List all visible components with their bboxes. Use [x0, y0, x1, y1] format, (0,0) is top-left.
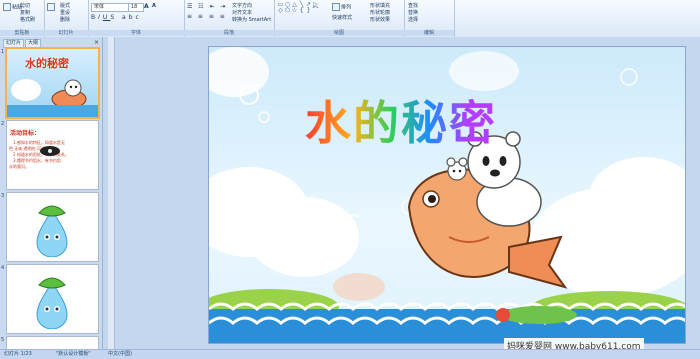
slide-thumbnail-2[interactable]: 活动目标： 1.感知水的特征，知道水是无 色 无味 透明的 可流动的。 2.知道…	[6, 120, 99, 190]
quick-styles-button[interactable]: 快速样式	[332, 14, 352, 21]
group-label-slides: 幻灯片	[44, 30, 88, 36]
align-buttons[interactable]: ≡ ≡ ≡ ≡	[187, 13, 227, 20]
slide-thumbnail-1[interactable]: 水的秘密	[5, 47, 100, 119]
align-text-button[interactable]: 对齐文本	[232, 9, 252, 16]
font-group: 宋体 18 A A BIUS abc 字体	[88, 0, 185, 37]
slide-thumbnail-3[interactable]	[6, 192, 99, 262]
shape-effects-button[interactable]: 形状效果	[370, 16, 390, 23]
drawing-group: ▭ ○ △ ╲ ↗ ▷ ◇ ⬠ ☆{} ⌒ 排列 快速样式 形状填充 形状轮廓 形状效果 绘图	[274, 0, 405, 37]
editing-group: 查找 替换 选择 编辑	[404, 0, 455, 37]
new-slide-icon	[47, 3, 55, 11]
pane-tabs: 幻灯片 大纲	[3, 39, 42, 48]
ribbon: 粘贴 剪切 复制 格式刷 剪贴板 版式 重设 删除 幻灯片 宋体 18 A A …	[0, 0, 700, 38]
group-label-editing: 编辑	[404, 30, 454, 36]
group-label-clipboard: 剪贴板	[0, 30, 44, 36]
font-style-buttons[interactable]: BIUS abc	[91, 14, 142, 21]
paste-icon	[3, 3, 11, 11]
clipboard-group: 粘贴 剪切 复制 格式刷 剪贴板	[0, 0, 45, 37]
group-label-font: 字体	[88, 30, 184, 36]
select-button[interactable]: 选择	[408, 16, 418, 23]
thumb-title: 水的秘密	[25, 57, 69, 70]
font-name-box[interactable]: 宋体	[91, 3, 129, 12]
slide-title[interactable]: 水的秘密	[305, 87, 497, 153]
layout-button[interactable]: 版式	[60, 2, 70, 9]
thumb-number: 5	[1, 337, 5, 343]
group-label-paragraph: 段落	[184, 30, 274, 36]
group-label-drawing: 绘图	[274, 30, 404, 36]
vertical-ruler	[108, 37, 115, 349]
thumb-text-line: 水的意识。	[9, 164, 29, 169]
text-direction-button[interactable]: 文字方向	[232, 2, 252, 9]
format-painter-button[interactable]: 格式刷	[20, 16, 35, 23]
shapes-gallery[interactable]: ▭ ○ △ ╲ ↗ ▷ ◇ ⬠ ☆{} ⌒	[277, 2, 319, 14]
paragraph-group: ☰ ☷ ⇤ ⇥ ≡ ≡ ≡ ≡ 文字方向 对齐文本 转换为 SmartArt 段…	[184, 0, 275, 37]
water-drop-image	[36, 205, 68, 257]
thumb-number: 4	[1, 265, 5, 271]
grow-font-button[interactable]: A	[144, 3, 149, 10]
slides-group: 版式 重设 删除 幻灯片	[44, 0, 89, 37]
new-slide-button[interactable]	[47, 3, 56, 11]
thumb-number: 2	[1, 121, 5, 127]
shape-outline-button[interactable]: 形状轮廓	[370, 9, 390, 16]
shape-fill-button[interactable]: 形状填充	[370, 2, 390, 9]
delete-button[interactable]: 删除	[60, 16, 70, 23]
sound-icon	[40, 146, 60, 156]
replace-button[interactable]: 替换	[408, 9, 418, 16]
arrange-button[interactable]: 排列	[332, 3, 351, 11]
slide-thumbnail-5[interactable]	[6, 336, 99, 350]
water-drop-image	[36, 277, 68, 329]
close-icon[interactable]: ×	[94, 39, 99, 46]
thumb-number: 1	[1, 49, 5, 55]
reset-button[interactable]: 重设	[60, 9, 70, 16]
shrink-font-button[interactable]: A	[152, 3, 156, 9]
thumb-number: 3	[1, 193, 5, 199]
slide-thumbnail-4[interactable]	[6, 264, 99, 334]
find-button[interactable]: 查找	[408, 2, 418, 9]
thumb-heading: 活动目标：	[10, 130, 41, 137]
slide-canvas[interactable]: 水的秘密	[208, 46, 686, 344]
slides-pane: 幻灯片 大纲 × 1 水的秘密 2 活动目标： 1.感知水的特征，知道水是无 色 …	[0, 37, 103, 350]
copy-button[interactable]: 复制	[20, 9, 30, 16]
cut-button[interactable]: 剪切	[20, 2, 30, 9]
list-buttons[interactable]: ☰ ☷ ⇤ ⇥	[187, 3, 228, 10]
smartart-button[interactable]: 转换为 SmartArt	[232, 16, 271, 23]
font-size-box[interactable]: 18	[128, 3, 144, 12]
arrange-icon	[332, 3, 340, 11]
